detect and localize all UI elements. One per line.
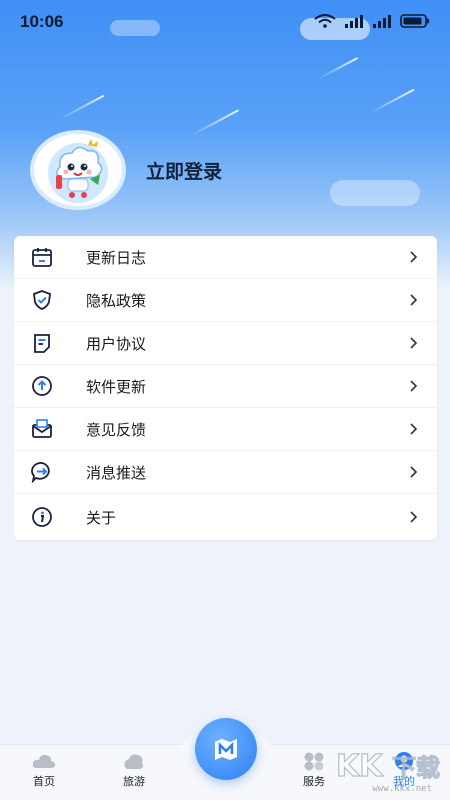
menu-label-feedback: 意见反馈 bbox=[86, 420, 147, 439]
nav-travel[interactable]: 旅游 bbox=[104, 751, 164, 789]
wifi-icon bbox=[314, 13, 336, 32]
menu-item-privacy[interactable]: 隐私政策 bbox=[14, 279, 437, 322]
menu-item-push[interactable]: 消息推送 bbox=[14, 451, 437, 494]
chevron-right-icon bbox=[410, 251, 418, 263]
nav-service-label: 服务 bbox=[303, 775, 325, 788]
menu-label-changelog: 更新日志 bbox=[86, 248, 147, 267]
settings-menu: 更新日志 隐私政策 用户协议 软件更新 意见反馈 消息推送 关于 bbox=[14, 236, 437, 540]
chevron-right-icon bbox=[410, 337, 418, 349]
shield-check-icon bbox=[30, 288, 54, 312]
info-icon bbox=[30, 505, 54, 529]
status-time: 10:06 bbox=[20, 12, 64, 31]
chevron-right-icon bbox=[410, 511, 418, 523]
nav-home[interactable]: 首页 bbox=[14, 751, 74, 789]
chevron-right-icon bbox=[410, 380, 418, 392]
menu-label-about: 关于 bbox=[86, 508, 117, 527]
nav-travel-label: 旅游 bbox=[123, 775, 145, 788]
nav-mine-label: 我的 bbox=[393, 775, 415, 788]
map-icon bbox=[215, 739, 237, 760]
signal-icon-2 bbox=[372, 13, 392, 32]
menu-label-privacy: 隐私政策 bbox=[86, 291, 147, 310]
menu-label-push: 消息推送 bbox=[86, 463, 147, 482]
menu-item-software-update[interactable]: 软件更新 bbox=[14, 365, 437, 408]
nav-service[interactable]: 服务 bbox=[284, 751, 344, 789]
menu-item-about[interactable]: 关于 bbox=[14, 494, 437, 540]
chevron-right-icon bbox=[410, 423, 418, 435]
menu-label-user-agreement: 用户协议 bbox=[86, 334, 147, 353]
signal-icon bbox=[344, 13, 364, 32]
map-center-button[interactable] bbox=[195, 718, 257, 780]
nav-home-label: 首页 bbox=[33, 775, 55, 788]
chevron-right-icon bbox=[410, 466, 418, 478]
mail-icon bbox=[30, 417, 54, 441]
avatar[interactable] bbox=[30, 130, 126, 210]
chevron-right-icon bbox=[410, 294, 418, 306]
login-label[interactable]: 立即登录 bbox=[146, 157, 222, 184]
nav-mine[interactable]: 我的 bbox=[374, 751, 434, 789]
battery-icon bbox=[400, 13, 430, 32]
user-profile-icon bbox=[395, 752, 413, 770]
upload-arrow-icon bbox=[30, 374, 54, 398]
menu-label-software-update: 软件更新 bbox=[86, 377, 147, 396]
menu-item-feedback[interactable]: 意见反馈 bbox=[14, 408, 437, 451]
menu-item-changelog[interactable]: 更新日志 bbox=[14, 236, 437, 279]
status-bar: 10:06 bbox=[0, 0, 450, 44]
mascot-avatar-icon bbox=[48, 139, 108, 203]
profile-section[interactable]: 立即登录 bbox=[30, 130, 222, 210]
calendar-icon bbox=[30, 245, 54, 269]
document-icon bbox=[30, 331, 54, 355]
travel-icon bbox=[124, 754, 144, 769]
service-grid-icon bbox=[304, 752, 324, 771]
message-arrow-icon bbox=[30, 460, 54, 484]
home-cloud-icon bbox=[32, 754, 56, 768]
menu-item-user-agreement[interactable]: 用户协议 bbox=[14, 322, 437, 365]
